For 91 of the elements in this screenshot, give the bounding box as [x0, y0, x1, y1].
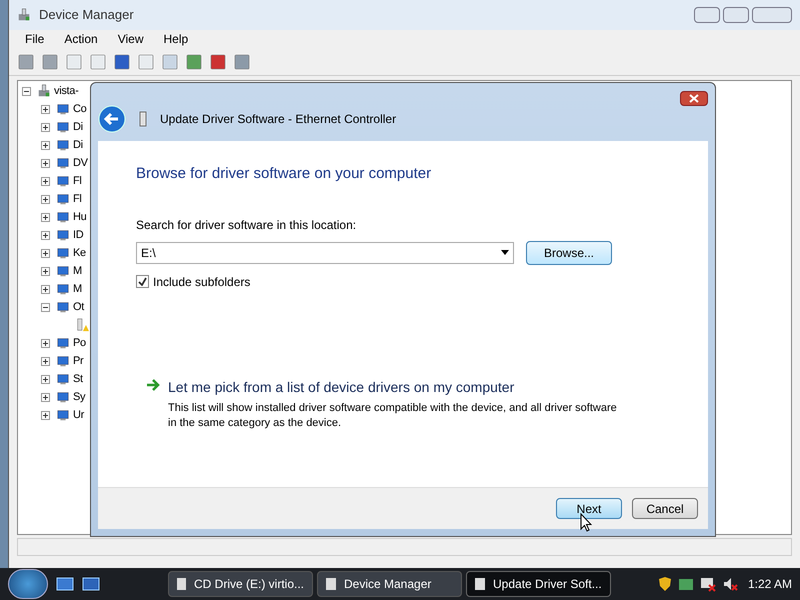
- browse-button[interactable]: Browse...: [526, 240, 612, 264]
- network-disconnected-icon[interactable]: [700, 576, 716, 592]
- pick-description: This list will show installed driver software compatible with the device, and all driver software in the same category as the device.: [168, 400, 618, 430]
- device-icon: [56, 120, 70, 134]
- close-button[interactable]: [680, 91, 708, 106]
- window-icon: [177, 578, 186, 590]
- tree-item-label[interactable]: Di: [73, 136, 83, 154]
- dialog-title: Update Driver Software - Ethernet Controller: [160, 111, 396, 128]
- menu-item[interactable]: File: [25, 30, 44, 48]
- device-icon: [56, 246, 70, 260]
- ethernet-device-icon: [138, 111, 148, 127]
- device-icon: [56, 336, 70, 350]
- computer-icon: [37, 84, 51, 98]
- dialog-heading: Browse for driver software on your computer: [136, 164, 432, 184]
- expand-icon[interactable]: [41, 284, 50, 294]
- menu-item[interactable]: Help: [164, 30, 188, 48]
- window-icon: [326, 578, 336, 590]
- arrow-icon: [146, 378, 160, 390]
- expand-icon[interactable]: [41, 158, 50, 168]
- device-icon: [56, 156, 70, 170]
- start-button[interactable]: [8, 569, 48, 599]
- location-field[interactable]: E:\: [136, 242, 514, 264]
- expand-icon[interactable]: [41, 140, 50, 150]
- expand-icon[interactable]: [41, 374, 50, 384]
- window-title: Device Manager: [39, 6, 134, 24]
- tree-item-label[interactable]: Ur: [73, 406, 84, 424]
- device-icon: [56, 174, 70, 188]
- expand-icon[interactable]: [41, 212, 50, 222]
- device-icon: [56, 138, 70, 152]
- expand-icon[interactable]: [41, 176, 50, 186]
- device-icon: [56, 300, 70, 314]
- pick-from-list-link[interactable]: Let me pick from a list of device drivers on my computer: [168, 376, 618, 398]
- device-icon: [56, 408, 70, 422]
- taskbar-button[interactable]: Device Manager: [317, 571, 462, 597]
- expand-icon[interactable]: [41, 410, 50, 420]
- tree-item-label[interactable]: Ke: [73, 244, 86, 262]
- menu-item[interactable]: Action: [64, 30, 98, 48]
- expand-icon[interactable]: [41, 338, 50, 348]
- device-icon: [56, 282, 70, 296]
- tree-item-label[interactable]: Ot: [73, 298, 84, 316]
- mouse-cursor-icon: [580, 513, 592, 533]
- tree-item-label[interactable]: vista-: [54, 82, 78, 100]
- tree-item-label[interactable]: Po: [73, 334, 86, 352]
- window-icon: [475, 578, 485, 590]
- dialog-button[interactable]: Cancel: [632, 498, 698, 519]
- tree-item-label[interactable]: Hu: [73, 208, 86, 226]
- close-icon: [689, 94, 699, 103]
- device-icon: [56, 192, 70, 206]
- expand-icon[interactable]: [41, 194, 50, 204]
- device-icon: [56, 210, 70, 224]
- tree-item-label[interactable]: Co: [73, 100, 86, 118]
- checkbox-label: Include subfolders: [153, 274, 250, 290]
- device-icon: [56, 102, 70, 116]
- tree-item-label[interactable]: M: [73, 280, 82, 298]
- include-subfolders-checkbox[interactable]: [136, 275, 149, 288]
- tree-item-label[interactable]: ID: [73, 226, 84, 244]
- expand-icon[interactable]: [41, 248, 50, 258]
- dropdown-caret-icon[interactable]: [501, 250, 509, 255]
- tree-item-label[interactable]: Fl: [73, 190, 82, 208]
- shield-icon[interactable]: [658, 576, 672, 592]
- menu-item[interactable]: View: [118, 30, 144, 48]
- device-icon: [56, 390, 70, 404]
- volume-muted-icon[interactable]: [722, 576, 738, 592]
- tree-item-label[interactable]: St: [73, 370, 83, 388]
- device-icon: [56, 228, 70, 242]
- tree-item-label[interactable]: Di: [73, 118, 83, 136]
- tree-item-label[interactable]: Sy: [73, 388, 86, 406]
- expand-icon[interactable]: [41, 122, 50, 132]
- device-icon: [56, 354, 70, 368]
- expand-icon[interactable]: [41, 266, 50, 276]
- tree-item-label[interactable]: DV: [73, 154, 88, 172]
- taskbar-button[interactable]: CD Drive (E:) virtio...: [168, 571, 313, 597]
- location-label: Search for driver software in this location:: [136, 216, 358, 234]
- expand-icon[interactable]: [41, 356, 50, 366]
- device-manager-icon: [17, 8, 31, 22]
- expand-icon[interactable]: [41, 392, 50, 402]
- device-icon: [56, 264, 70, 278]
- taskbar-button[interactable]: Update Driver Soft...: [466, 571, 611, 597]
- maximize-button[interactable]: [723, 7, 749, 23]
- tree-item-label[interactable]: Fl: [73, 172, 82, 190]
- expand-icon[interactable]: [41, 104, 50, 114]
- collapse-icon[interactable]: [41, 302, 50, 312]
- tree-item-label[interactable]: M: [73, 262, 82, 280]
- tree-item-label[interactable]: Pr: [73, 352, 84, 370]
- dialog-button[interactable]: Next: [556, 498, 622, 519]
- minimize-button[interactable]: [694, 7, 720, 23]
- warning-device-icon: [75, 318, 89, 332]
- device-icon: [56, 372, 70, 386]
- expand-icon[interactable]: [41, 230, 50, 240]
- collapse-icon[interactable]: [22, 86, 31, 96]
- clock[interactable]: 1:22 AM: [748, 575, 792, 593]
